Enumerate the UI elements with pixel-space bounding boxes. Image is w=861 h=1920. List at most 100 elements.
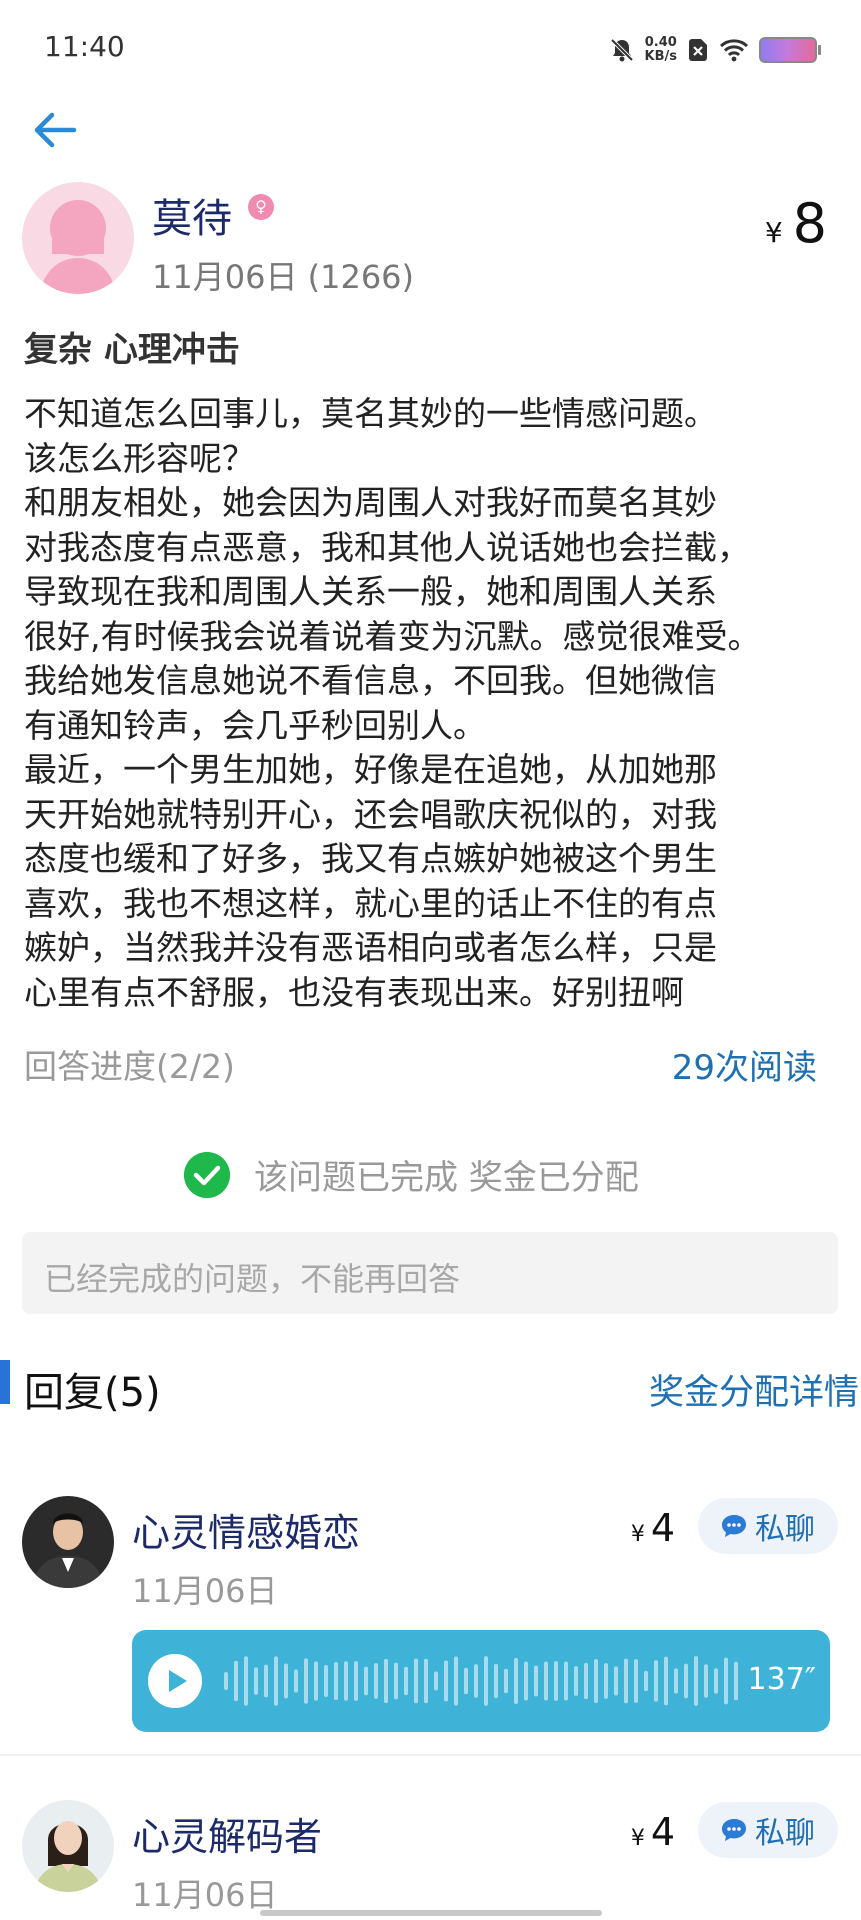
waveform-bar [714,1668,718,1694]
question-line: 导致现在我和周围人关系一般，她和周围人关系 [24,572,717,611]
waveform-bar [654,1660,658,1702]
waveform-bar [294,1669,298,1693]
waveform-bar [244,1656,248,1706]
waveform-bar [544,1661,548,1701]
no-sim-icon [689,39,707,61]
reply-reward-amount: 4 [650,1810,675,1854]
status-icons: 0.40 KB/s [609,30,821,70]
play-icon[interactable] [148,1654,202,1708]
question-line: 有通知铃声，会几乎秒回别人。 [24,705,486,745]
waveform-bar [234,1660,238,1702]
private-chat-button[interactable]: 私聊 [698,1802,838,1858]
battery-icon [759,37,821,63]
waveform-bar [504,1668,508,1694]
question-line: 和朋友相处，她会因为周围人对我好而莫名其妙 [24,483,717,522]
waveform-bar [254,1667,258,1695]
section-accent-bar [0,1360,10,1404]
reply-reward-amount: 4 [650,1506,675,1550]
waveform-bar [664,1656,668,1706]
voice-message[interactable]: 137″ [132,1630,830,1732]
check-circle-icon [184,1151,230,1198]
chat-bubble-icon [722,1819,746,1841]
waveform-bar [444,1660,448,1702]
waveform-bar [564,1661,568,1701]
answer-progress: 回答进度(2/2) [24,1047,235,1086]
waveform-bar [634,1659,638,1703]
question-line: 心里有点不舒服，也没有表现出来。好别扭啊 [24,972,684,1012]
waveform-bar [364,1666,368,1696]
wifi-icon [719,39,749,62]
reply-author-name[interactable]: 心灵情感婚恋 [132,1502,360,1557]
replies-title: 回复(5) [24,1370,161,1416]
private-chat-label: 私聊 [755,1512,815,1547]
waveform-bar [404,1666,408,1696]
question-line: 对我态度有点恶意，我和其他人说话她也会拦截， [24,527,750,567]
reward-amount: 8 [792,192,827,255]
waveform-bar [424,1658,428,1704]
chat-bubble-icon [722,1515,746,1537]
answer-input-placeholder: 已经完成的问题，不能再回答 [44,1260,461,1298]
waveform-bar [614,1666,618,1696]
question-title: 复杂 心理冲击 [24,330,240,370]
read-count: 29次阅读 [671,1048,817,1088]
waveform-bar [284,1663,288,1699]
reply-author-name[interactable]: 心灵解码者 [132,1806,322,1861]
waveform-bar [474,1664,478,1698]
waveform-bar [624,1658,628,1704]
back-arrow-icon[interactable] [30,108,80,152]
waveform-bar [414,1658,418,1704]
status-time: 11:40 [44,30,125,63]
waveform-bar [524,1661,528,1701]
waveform-bar [574,1666,578,1696]
home-indicator[interactable] [260,1910,602,1916]
completed-status: 该问题已完成 奖金已分配 [184,1150,639,1199]
question-line: 嫉妒，当然我并没有恶语相向或者怎么样，只是 [24,928,717,967]
voice-duration: 137″ [747,1662,816,1697]
question-line: 喜欢，我也不想这样，就心里的话止不住的有点 [24,883,717,923]
reply-date: 11月06日 [132,1572,278,1610]
question-body: 不知道怎么回事儿，莫名其妙的一些情感问题。 该怎么形容呢？ 和朋友相处，她会因为… [24,392,844,1015]
waveform-bar [584,1662,588,1700]
waveform-bar [264,1664,268,1698]
private-chat-button[interactable]: 私聊 [698,1498,838,1554]
waveform-bar [484,1656,488,1706]
reply-reward-currency: ¥ [630,1522,645,1547]
question-line: 不知道怎么回事儿，莫名其妙的一些情感问题。 [24,394,717,433]
waveform-bar [224,1672,228,1690]
question-line: 天开始她就特别开心，还会唱歌庆祝似的，对我 [24,794,717,834]
question-reward: ¥ 8 [765,192,827,255]
bonus-detail-link[interactable]: 奖金分配详情 [649,1364,859,1415]
reply-avatar[interactable] [22,1800,114,1892]
waveform-bar [334,1661,338,1701]
waveform-bar [314,1661,318,1701]
waveform-bar [684,1663,688,1699]
waveform-bar [394,1662,398,1700]
default-female-avatar-icon [40,200,116,294]
verified-badge-icon: ♀ [248,194,274,220]
waveform-bar [534,1665,538,1697]
waveform-bar [494,1663,498,1699]
avatar-woman-icon [22,1800,114,1892]
waveform-icon [224,1656,738,1706]
question-line: 态度也缓和了好多，我又有点嫉妒她被这个男生 [24,839,717,878]
waveform-bar [724,1657,728,1705]
waveform-bar [644,1670,648,1692]
waveform-bar [464,1667,468,1695]
private-chat-label: 私聊 [755,1816,815,1851]
avatar-man-suit-icon [22,1496,114,1588]
reply-date: 11月06日 [132,1876,278,1914]
waveform-bar [554,1661,558,1701]
question-line: 很好,有时候我会说着说着变为沉默。感觉很难受。 [24,616,761,656]
divider [0,1754,861,1756]
waveform-bar [274,1656,278,1706]
reward-currency: ¥ [764,216,783,249]
asker-name[interactable]: 莫待 [152,186,232,244]
net-speed: 0.40 KB/s [644,35,677,64]
waveform-bar [604,1663,608,1699]
reply-reward: ¥ 4 [631,1506,675,1550]
asker-avatar[interactable] [22,182,134,294]
reply-avatar[interactable] [22,1496,114,1588]
waveform-bar [594,1659,598,1703]
question-line: 我给她发信息她说不看信息，不回我。但她微信 [24,661,717,700]
waveform-bar [324,1664,328,1698]
